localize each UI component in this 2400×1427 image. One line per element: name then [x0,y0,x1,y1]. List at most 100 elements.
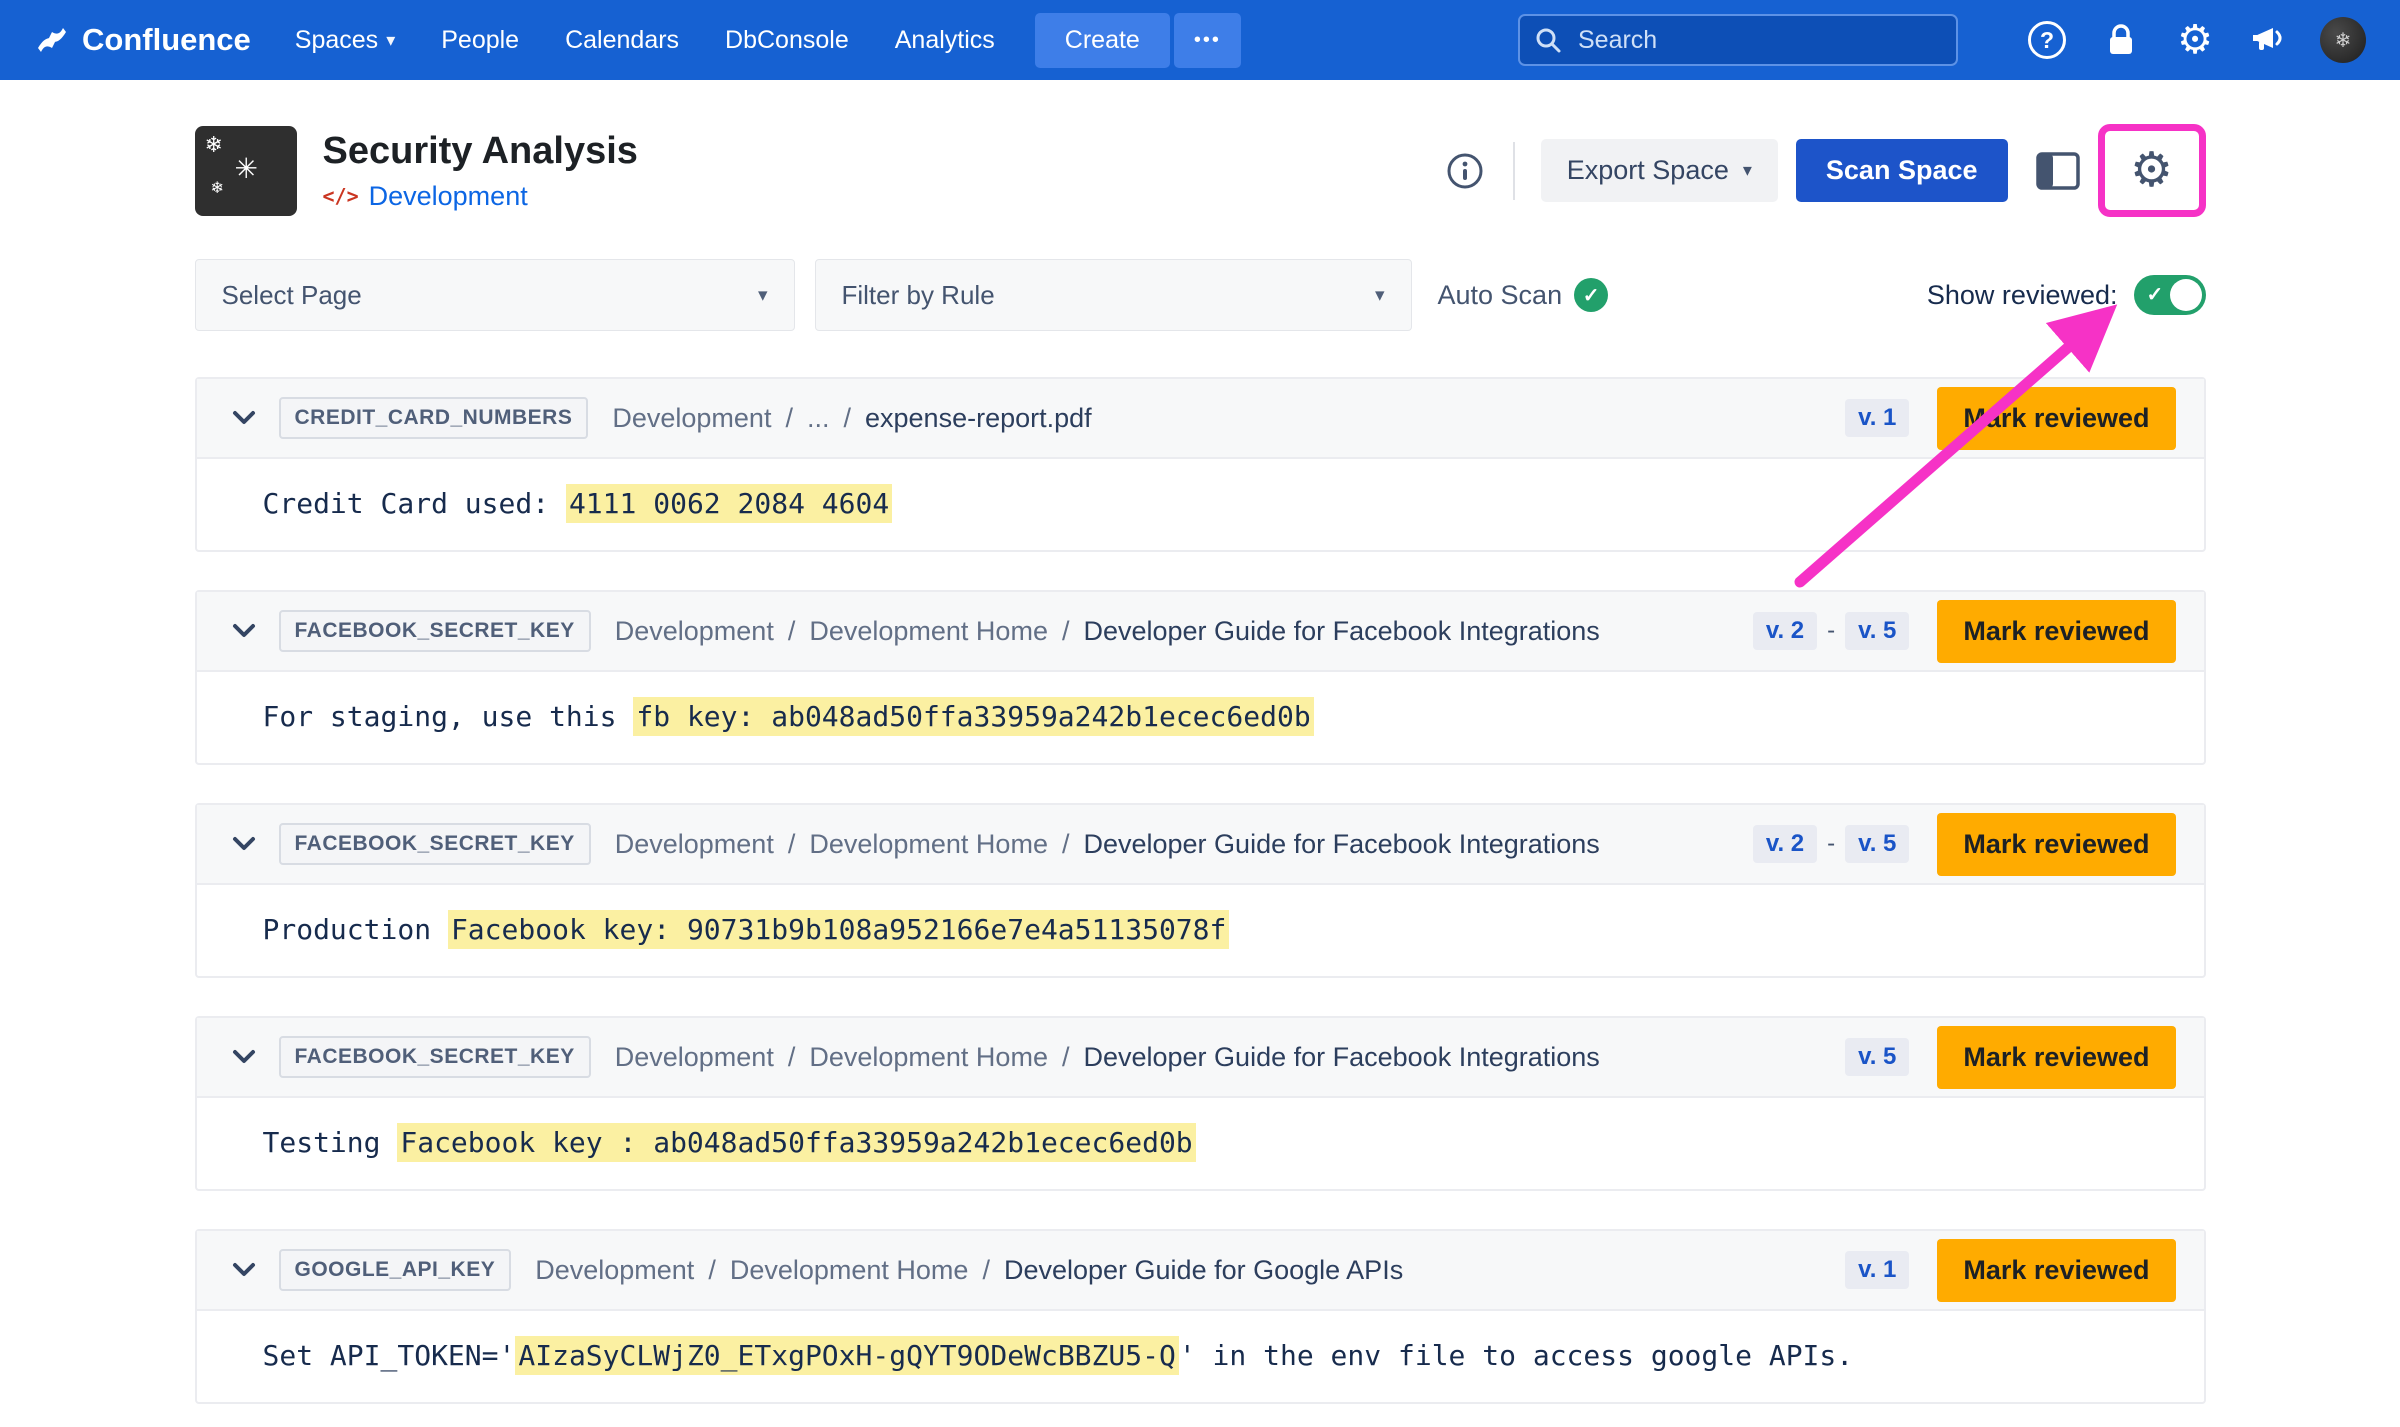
version-badge[interactable]: v. 5 [1845,825,1909,863]
select-page-label: Select Page [222,280,362,311]
snowflake-icon: ❄ [211,178,224,198]
snippet-before: Set API_TOKEN=' [263,1339,516,1372]
breadcrumb-item[interactable]: Development [615,829,774,860]
version-badge[interactable]: v. 2 [1753,612,1817,650]
breadcrumb-item[interactable]: Developer Guide for Facebook Integration… [1083,1042,1599,1073]
collapse-chevron-button[interactable] [227,1040,261,1074]
version-badges: v. 5 [1845,1038,1909,1076]
version-badge[interactable]: v. 1 [1845,399,1909,437]
nav-item-people[interactable]: People [441,26,519,55]
nav-item-spaces[interactable]: Spaces ▾ [295,26,395,55]
show-reviewed-toggle[interactable]: ✓ [2134,275,2206,315]
nav-item-analytics[interactable]: Analytics [895,26,995,55]
version-badge[interactable]: v. 2 [1753,825,1817,863]
confluence-brand[interactable]: Confluence [34,22,251,58]
version-badge[interactable]: v. 1 [1845,1251,1909,1289]
breadcrumb-item[interactable]: Developer Guide for Facebook Integration… [1083,616,1599,647]
breadcrumb-item[interactable]: Development Home [809,829,1048,860]
nav-item-label: DbConsole [725,26,849,55]
help-button[interactable]: ? [2024,17,2070,63]
create-more-button[interactable]: ••• [1174,13,1241,68]
settings-button[interactable]: ⚙ [2172,17,2218,63]
mark-reviewed-button[interactable]: Mark reviewed [1937,813,2175,876]
mark-reviewed-button[interactable]: Mark reviewed [1937,387,2175,450]
mark-reviewed-button[interactable]: Mark reviewed [1937,1026,2175,1089]
user-avatar[interactable]: ❄ [2320,17,2366,63]
page-layout-button[interactable] [2034,147,2082,195]
breadcrumb-item[interactable]: Development [612,403,771,434]
space-subtitle: </> Development [323,181,638,212]
breadcrumb-item[interactable]: Development [535,1255,694,1286]
result-snippet: Set API_TOKEN='AIzaSyCLWjZ0_ETxgPOxH-gQY… [197,1311,2204,1402]
breadcrumb-separator: / [982,1255,990,1286]
export-space-button[interactable]: Export Space ▾ [1541,139,1778,202]
rule-badge: FACEBOOK_SECRET_KEY [279,823,591,865]
result-card: FACEBOOK_SECRET_KEY Development/Developm… [195,590,2206,765]
annotation-highlight-box: ⚙ [2098,124,2206,217]
vertical-divider [1513,142,1515,200]
breadcrumb-separator: / [1062,616,1070,647]
filter-by-rule-dropdown[interactable]: Filter by Rule ▾ [815,259,1412,331]
brand-name: Confluence [82,22,251,58]
collapse-chevron-button[interactable] [227,1253,261,1287]
nav-item-calendars[interactable]: Calendars [565,26,679,55]
breadcrumb-item[interactable]: ... [807,403,830,434]
collapse-chevron-button[interactable] [227,827,261,861]
breadcrumb-item[interactable]: Developer Guide for Facebook Integration… [1083,829,1599,860]
breadcrumb-item[interactable]: Development [615,616,774,647]
version-badge[interactable]: v. 5 [1845,612,1909,650]
admin-lock-button[interactable] [2098,17,2144,63]
announcements-button[interactable] [2246,17,2292,63]
breadcrumb-item[interactable]: Development Home [809,1042,1048,1073]
version-badges: v. 1 [1845,399,1909,437]
snippet-highlight: Facebook key: 90731b9b108a952166e7e4a511… [448,910,1229,949]
auto-scan-check-icon[interactable]: ✓ [1574,278,1608,312]
result-header-right: v. 2-v. 5 Mark reviewed [1753,600,2176,663]
nav-icon-group: ? ⚙ ❄ [2024,17,2366,63]
version-range-dash: - [1827,830,1835,858]
collapse-chevron-button[interactable] [227,614,261,648]
create-button-group: Create ••• [1035,13,1241,68]
result-card-header: FACEBOOK_SECRET_KEY Development/Developm… [197,805,2204,885]
version-badges: v. 2-v. 5 [1753,612,1910,650]
breadcrumb-item[interactable]: Development Home [730,1255,969,1286]
snowflake-icon: ✳ [235,152,258,185]
create-button[interactable]: Create [1035,13,1170,68]
mark-reviewed-button[interactable]: Mark reviewed [1937,1239,2175,1302]
filter-by-rule-label: Filter by Rule [842,280,995,311]
breadcrumb-item[interactable]: Developer Guide for Google APIs [1004,1255,1403,1286]
breadcrumb-item[interactable]: Development Home [809,616,1048,647]
snippet-before: Testing [263,1126,398,1159]
info-button[interactable] [1443,149,1487,193]
breadcrumb-separator: / [785,403,793,434]
rule-badge: FACEBOOK_SECRET_KEY [279,1036,591,1078]
result-header-right: v. 2-v. 5 Mark reviewed [1753,813,2176,876]
gear-icon: ⚙ [2177,20,2213,60]
gear-icon: ⚙ [2130,147,2173,195]
mark-reviewed-button[interactable]: Mark reviewed [1937,600,2175,663]
space-settings-gear-button[interactable]: ⚙ [2124,143,2180,199]
version-badge[interactable]: v. 5 [1845,1038,1909,1076]
breadcrumb-separator: / [1062,1042,1070,1073]
breadcrumb-separator: / [788,616,796,647]
select-page-dropdown[interactable]: Select Page ▾ [195,259,795,331]
breadcrumb-item[interactable]: expense-report.pdf [865,403,1092,434]
space-link[interactable]: Development [369,181,528,212]
main-content: ❄ ✳ ❄ Security Analysis </> Development … [195,124,2206,1404]
scan-space-button[interactable]: Scan Space [1796,139,2008,202]
search-input[interactable] [1518,14,1958,66]
nav-item-label: Calendars [565,26,679,55]
breadcrumb-separator: / [708,1255,716,1286]
show-reviewed-label: Show reviewed: [1927,280,2118,311]
snippet-before: For staging, use this [263,700,634,733]
collapse-chevron-button[interactable] [227,401,261,435]
chevron-down-icon: ▾ [386,30,395,51]
breadcrumb-item[interactable]: Development [615,1042,774,1073]
chevron-down-icon: ▾ [1375,284,1385,307]
result-snippet: For staging, use this fb key: ab048ad50f… [197,672,2204,763]
result-snippet: Production Facebook key: 90731b9b108a952… [197,885,2204,976]
nav-item-dbconsole[interactable]: DbConsole [725,26,849,55]
question-mark-icon: ? [2028,21,2066,59]
megaphone-icon [2251,24,2287,56]
title-block: Security Analysis </> Development [323,130,638,212]
